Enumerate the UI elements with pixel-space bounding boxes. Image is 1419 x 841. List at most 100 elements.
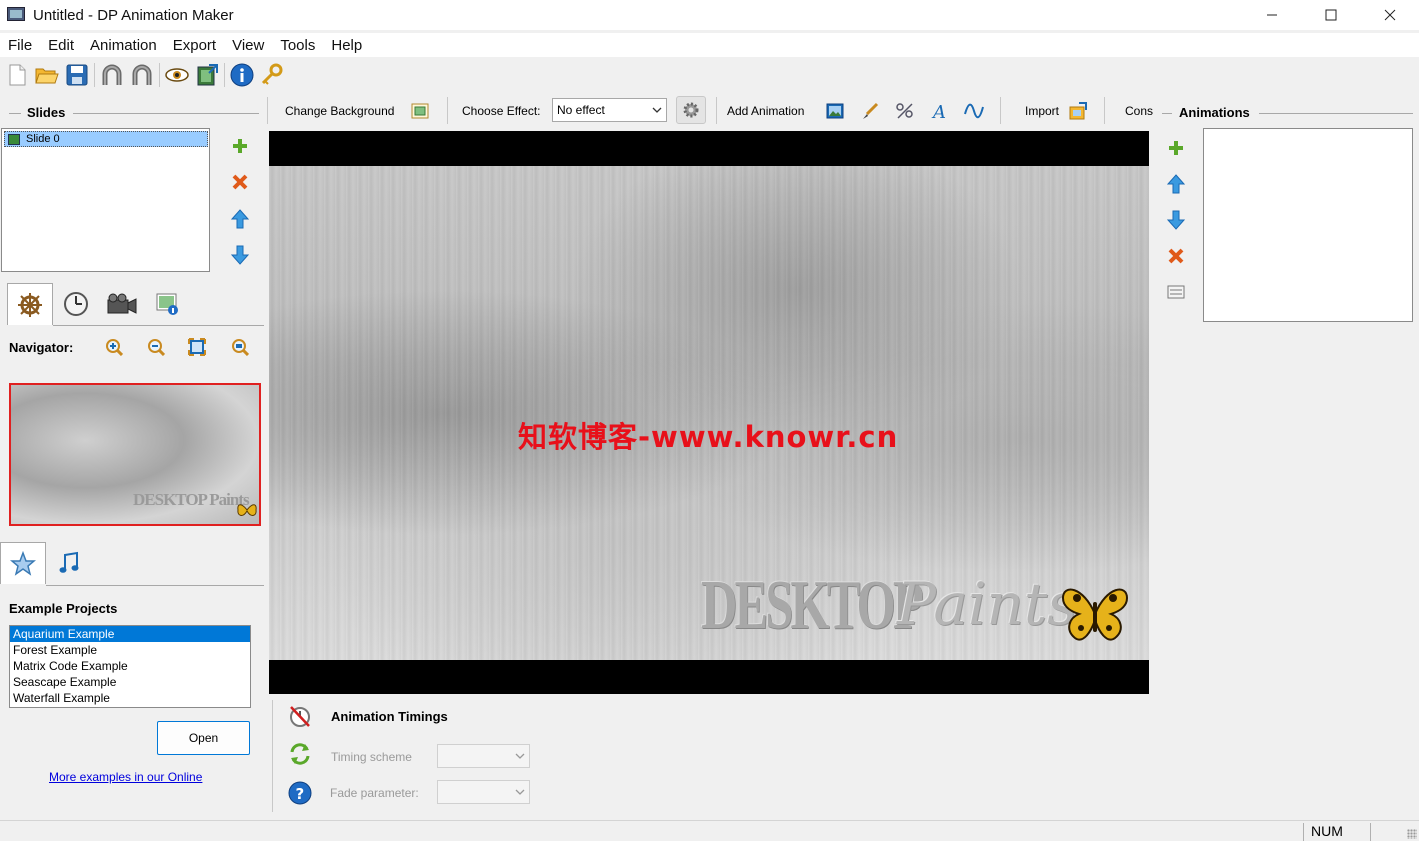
toolbar-separator <box>159 63 160 87</box>
fade-parameter-select[interactable] <box>437 780 530 804</box>
change-background-label: Change Background <box>285 103 395 118</box>
save-button[interactable] <box>62 60 92 90</box>
add-text-animation-button[interactable]: A <box>931 97 949 124</box>
fit-to-view-button[interactable] <box>187 337 207 357</box>
list-item[interactable]: Seascape Example <box>10 674 250 690</box>
zoom-reset-icon <box>232 339 249 356</box>
zoom-out-button[interactable] <box>146 337 166 357</box>
export-button[interactable] <box>192 60 222 90</box>
arrow-up-icon <box>231 209 249 229</box>
list-item[interactable]: Waterfall Example <box>10 690 250 706</box>
tab-examples[interactable] <box>0 542 46 584</box>
close-button[interactable] <box>1360 0 1419 30</box>
effect-value: No effect <box>557 103 605 117</box>
tab-slide-properties[interactable] <box>145 283 191 325</box>
stopwatch-disabled-icon <box>290 706 310 727</box>
toolbar-separator <box>224 63 225 87</box>
add-slide-button[interactable] <box>229 135 251 157</box>
redo-button[interactable] <box>127 60 157 90</box>
zoom-in-icon <box>106 339 123 356</box>
menu-animation[interactable]: Animation <box>82 37 165 54</box>
effect-select[interactable]: No effect <box>552 98 667 122</box>
example-projects-list[interactable]: Aquarium Example Forest Example Matrix C… <box>9 625 251 708</box>
add-animation-item-button[interactable] <box>1165 137 1187 159</box>
move-animation-down-button[interactable] <box>1165 209 1187 231</box>
import-icon <box>1069 101 1088 119</box>
move-slide-up-button[interactable] <box>229 208 251 230</box>
navigator-preview[interactable]: DESKTOP Paints <box>9 383 261 526</box>
toolbar-separator <box>716 97 717 124</box>
delete-icon <box>1168 248 1184 264</box>
video-camera-icon <box>107 293 137 314</box>
scene-background[interactable]: 知软博客-www.knowr.cn DESKTOP Paints <box>269 166 1149 660</box>
arrow-up-icon <box>1167 174 1185 194</box>
preview-button[interactable] <box>162 60 192 90</box>
more-examples-link[interactable]: More examples in our Online <box>49 770 202 784</box>
add-brush-animation-button[interactable] <box>861 97 879 124</box>
open-folder-icon <box>35 68 59 84</box>
move-animation-up-button[interactable] <box>1165 173 1187 195</box>
menu-export[interactable]: Export <box>165 37 224 54</box>
tab-navigator[interactable] <box>7 283 53 325</box>
text-a-icon: A <box>931 102 946 120</box>
animation-properties-button[interactable] <box>1165 281 1187 303</box>
refresh-button[interactable] <box>287 741 313 767</box>
slide-tabs <box>7 283 191 325</box>
help-button[interactable]: ? <box>287 780 313 806</box>
delete-animation-button[interactable] <box>1165 245 1187 267</box>
toolbar-separator <box>94 63 95 87</box>
minimize-button[interactable] <box>1242 0 1301 30</box>
menu-tools[interactable]: Tools <box>272 37 323 54</box>
window-controls <box>1242 0 1419 30</box>
actual-size-button[interactable] <box>230 337 250 357</box>
delete-slide-button[interactable] <box>229 171 251 193</box>
effect-settings-button[interactable] <box>676 96 706 124</box>
fade-parameter-label: Fade parameter: <box>330 786 419 800</box>
info-button[interactable] <box>227 60 257 90</box>
new-button[interactable] <box>2 60 32 90</box>
change-background-button[interactable]: Change Background <box>285 97 429 124</box>
import-button[interactable]: Import <box>1025 97 1088 124</box>
menu-view[interactable]: View <box>224 37 272 54</box>
open-example-button[interactable]: Open <box>157 721 250 755</box>
add-particle-animation-button[interactable] <box>895 97 915 124</box>
svg-text:A: A <box>931 102 946 120</box>
menu-edit[interactable]: Edit <box>40 37 82 54</box>
tab-timing[interactable] <box>53 283 99 325</box>
timing-disabled-icon-wrap <box>287 703 313 729</box>
zoom-in-button[interactable] <box>104 337 124 357</box>
list-item[interactable]: Aquarium Example <box>10 626 250 642</box>
status-bar: NUM <box>0 820 1419 841</box>
slides-list[interactable]: Slide 0 <box>1 128 210 272</box>
add-image-animation-button[interactable] <box>826 97 844 124</box>
delete-icon <box>232 174 248 190</box>
minimize-icon <box>1266 14 1277 16</box>
maximize-button[interactable] <box>1301 0 1360 30</box>
cons-label[interactable]: Cons <box>1125 97 1153 124</box>
scene-canvas[interactable]: 知软博客-www.knowr.cn DESKTOP Paints <box>269 131 1149 694</box>
timing-scheme-label: Timing scheme <box>331 750 412 764</box>
butterfly-icon <box>1061 588 1129 641</box>
tab-music[interactable] <box>46 542 92 584</box>
new-icon <box>9 64 26 86</box>
list-item[interactable]: Forest Example <box>10 642 250 658</box>
add-path-animation-button[interactable] <box>964 97 984 124</box>
undo-button[interactable] <box>97 60 127 90</box>
arrow-down-icon <box>231 245 249 265</box>
tab-camera[interactable] <box>99 283 145 325</box>
open-button[interactable] <box>32 60 62 90</box>
timing-scheme-select[interactable] <box>437 744 530 768</box>
menu-help[interactable]: Help <box>323 37 370 54</box>
properties-icon <box>1167 285 1185 299</box>
resize-grip-icon[interactable] <box>1407 829 1417 839</box>
clock-icon <box>64 292 88 316</box>
list-item[interactable]: Slide 0 <box>4 131 208 147</box>
menu-file[interactable]: File <box>0 37 40 54</box>
list-item[interactable]: Matrix Code Example <box>10 658 250 674</box>
watermark-text: 知软博客-www.knowr.cn <box>518 420 899 454</box>
desktop-paints-logo: DESKTOP Paints <box>701 566 1077 646</box>
animations-list[interactable] <box>1203 128 1413 322</box>
move-slide-down-button[interactable] <box>229 244 251 266</box>
register-button[interactable] <box>257 60 287 90</box>
title-bar: Untitled - DP Animation Maker <box>0 0 1419 30</box>
